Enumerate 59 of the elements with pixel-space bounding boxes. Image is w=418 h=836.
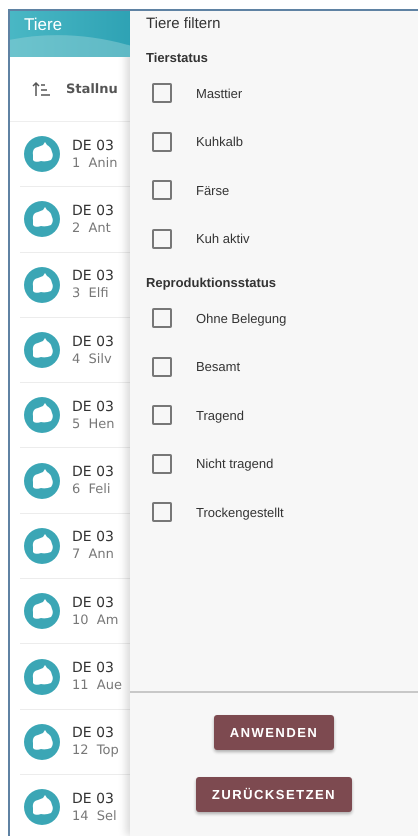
animal-name: 10 Am bbox=[72, 612, 118, 628]
checkbox[interactable] bbox=[152, 228, 172, 249]
animal-name: 11 Aue bbox=[72, 678, 122, 694]
animal-id: DE 03 bbox=[72, 790, 115, 807]
animal-row[interactable]: DE 03 12 Top bbox=[20, 710, 130, 775]
animal-row[interactable]: DE 03 11 Aue bbox=[20, 644, 130, 710]
animal-name: 6 Feli bbox=[72, 482, 112, 498]
animal-id: DE 03 bbox=[72, 398, 115, 415]
screen-title: Tiere bbox=[24, 15, 62, 35]
drawer-title: Tiere filtern bbox=[146, 15, 220, 32]
animal-name: 1 Anin bbox=[72, 156, 118, 171]
animal-row[interactable]: DE 03 1 Anin bbox=[20, 122, 130, 188]
apply-button[interactable]: ANWENDEN bbox=[214, 715, 334, 750]
section-heading: Tierstatus bbox=[146, 50, 208, 65]
checkbox-label[interactable]: Kuhkalb bbox=[196, 134, 243, 150]
checkbox[interactable] bbox=[152, 132, 172, 152]
animal-id: DE 03 bbox=[72, 138, 115, 154]
animal-row[interactable]: DE 03 5 Hen bbox=[20, 383, 130, 448]
checkbox[interactable] bbox=[152, 356, 172, 377]
checkbox[interactable] bbox=[152, 502, 172, 522]
animal-row[interactable]: DE 03 10 Am bbox=[20, 579, 130, 644]
checkbox-label[interactable]: Färse bbox=[196, 182, 230, 198]
animal-name: 12 Top bbox=[72, 743, 119, 758]
animal-id: DE 03 bbox=[72, 334, 114, 350]
animal-name: 7 Ann bbox=[72, 547, 114, 562]
checkbox-label[interactable]: Besamt bbox=[196, 359, 240, 374]
animal-row[interactable]: DE 03 14 Sel bbox=[20, 774, 130, 836]
animal-row[interactable]: DE 03 7 Ann bbox=[20, 514, 130, 580]
checkbox-label[interactable]: Masttier bbox=[196, 86, 242, 101]
animal-row[interactable]: DE 03 6 Feli bbox=[20, 448, 130, 514]
checkbox[interactable] bbox=[152, 454, 172, 474]
animal-name: 2 Ant bbox=[72, 220, 112, 236]
checkbox[interactable] bbox=[152, 405, 172, 426]
sort-label[interactable]: Stallnu bbox=[66, 82, 118, 96]
animal-id: DE 03 bbox=[72, 529, 114, 546]
checkbox[interactable] bbox=[152, 180, 172, 200]
checkbox-label[interactable]: Nicht tragend bbox=[196, 456, 274, 472]
animal-id: DE 03 bbox=[72, 725, 115, 742]
checkbox[interactable] bbox=[152, 308, 172, 328]
checkbox[interactable] bbox=[152, 83, 172, 104]
animal-name: 5 Hen bbox=[72, 416, 115, 432]
checkbox-label[interactable]: Tragend bbox=[196, 408, 244, 423]
checkbox-label[interactable]: Ohne Belegung bbox=[196, 310, 286, 326]
animal-id: DE 03 bbox=[72, 464, 114, 480]
animal-row[interactable]: DE 03 3 Elfi bbox=[20, 252, 130, 318]
animal-id: DE 03 bbox=[72, 594, 115, 611]
animal-row[interactable]: DE 03 2 Ant bbox=[20, 187, 130, 253]
checkbox-label[interactable]: Trockengestellt bbox=[196, 504, 284, 520]
section-heading: Reproduktionsstatus bbox=[146, 275, 276, 290]
checkbox-label[interactable]: Kuh aktiv bbox=[196, 231, 250, 246]
animal-id: DE 03 bbox=[72, 660, 115, 676]
animal-id: DE 03 bbox=[72, 268, 114, 284]
animal-name: 3 Elfi bbox=[72, 286, 110, 302]
animal-row[interactable]: DE 03 4 Silv bbox=[20, 318, 130, 384]
animal-id: DE 03 bbox=[72, 202, 114, 219]
animal-name: 4 Silv bbox=[72, 352, 113, 367]
sort-icon[interactable] bbox=[32, 81, 50, 97]
animal-name: 14 Sel bbox=[72, 808, 117, 824]
reset-button[interactable]: ZURÜCKSETZEN bbox=[196, 777, 352, 812]
